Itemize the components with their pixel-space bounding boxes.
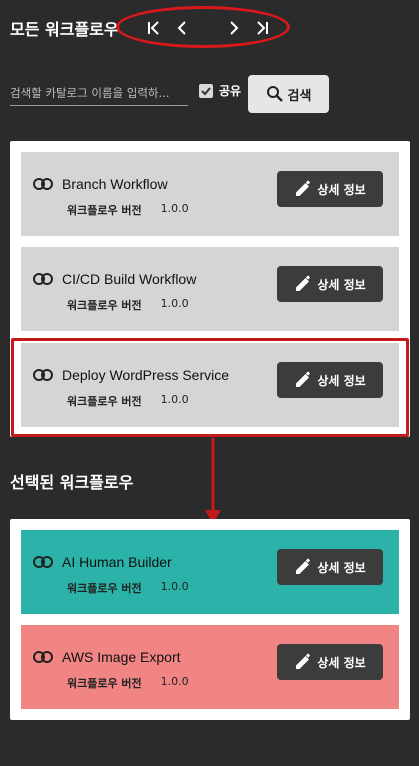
selected-workflow-card[interactable]: AI Human Builder 워크플로우 버전 1.0.0 상세 정보	[21, 530, 399, 614]
selected-workflows-panel: AI Human Builder 워크플로우 버전 1.0.0 상세 정보 AWS…	[10, 519, 410, 720]
detail-button-label: 상세 정보	[317, 373, 366, 388]
workflow-card[interactable]: Deploy WordPress Service 워크플로우 버전 1.0.0 상…	[21, 343, 399, 427]
version-key: 워크플로우 버전	[67, 582, 142, 595]
link-icon	[33, 556, 53, 568]
edit-icon	[296, 371, 311, 387]
edit-icon	[296, 653, 311, 669]
workflow-name: CI/CD Build Workflow	[62, 271, 197, 287]
detail-button-label: 상세 정보	[317, 655, 366, 670]
search-input[interactable]	[10, 80, 188, 106]
detail-button-label: 상세 정보	[317, 560, 366, 575]
version-value: 1.0.0	[160, 297, 189, 310]
last-page-icon[interactable]	[248, 17, 276, 39]
detail-button[interactable]: 상세 정보	[277, 171, 383, 207]
workflow-name: AWS Image Export	[62, 649, 181, 665]
edit-icon	[296, 275, 311, 291]
version-value: 1.0.0	[160, 580, 189, 593]
first-page-icon[interactable]	[140, 17, 168, 39]
search-button[interactable]: 검색	[248, 75, 329, 113]
share-toggle[interactable]: 공유	[199, 82, 241, 99]
link-icon	[33, 273, 53, 285]
search-row: 공유 검색	[10, 72, 415, 114]
all-workflows-panel: Branch Workflow 워크플로우 버전 1.0.0 상세 정보 CI/C…	[10, 141, 410, 437]
workflow-name: Deploy WordPress Service	[62, 367, 230, 383]
all-workflows-title: 모든 워크플로우	[10, 20, 119, 39]
link-icon	[33, 369, 53, 381]
share-checkbox[interactable]	[199, 83, 213, 98]
next-page-icon[interactable]	[220, 17, 248, 39]
check-icon	[201, 86, 211, 95]
detail-button[interactable]: 상세 정보	[277, 549, 383, 585]
annotation-arrow	[205, 438, 221, 524]
edit-icon	[296, 180, 311, 196]
search-button-label: 검색	[287, 88, 312, 104]
edit-icon	[296, 558, 311, 574]
version-key: 워크플로우 버전	[67, 299, 142, 312]
share-label: 공유	[219, 84, 242, 98]
detail-button-label: 상세 정보	[317, 277, 366, 292]
workflow-name: AI Human Builder	[62, 554, 172, 570]
version-value: 1.0.0	[160, 202, 189, 215]
link-icon	[33, 651, 53, 663]
version-value: 1.0.0	[160, 675, 189, 688]
version-key: 워크플로우 버전	[67, 677, 142, 690]
detail-button[interactable]: 상세 정보	[277, 266, 383, 302]
prev-page-icon[interactable]	[168, 17, 196, 39]
workflow-name: Branch Workflow	[62, 176, 168, 192]
version-key: 워크플로우 버전	[67, 395, 142, 408]
top-bar: 모든 워크플로우	[0, 0, 419, 56]
detail-button[interactable]: 상세 정보	[277, 362, 383, 398]
search-icon	[266, 86, 283, 102]
workflow-card[interactable]: Branch Workflow 워크플로우 버전 1.0.0 상세 정보	[21, 152, 399, 236]
workflow-card[interactable]: CI/CD Build Workflow 워크플로우 버전 1.0.0 상세 정보	[21, 247, 399, 331]
link-icon	[33, 178, 53, 190]
selected-workflow-card[interactable]: AWS Image Export 워크플로우 버전 1.0.0 상세 정보	[21, 625, 399, 709]
detail-button[interactable]: 상세 정보	[277, 644, 383, 680]
version-key: 워크플로우 버전	[67, 204, 142, 217]
detail-button-label: 상세 정보	[317, 182, 366, 197]
selected-workflows-title: 선택된 워크플로우	[10, 473, 134, 492]
version-value: 1.0.0	[160, 393, 189, 406]
pagination	[140, 17, 276, 39]
